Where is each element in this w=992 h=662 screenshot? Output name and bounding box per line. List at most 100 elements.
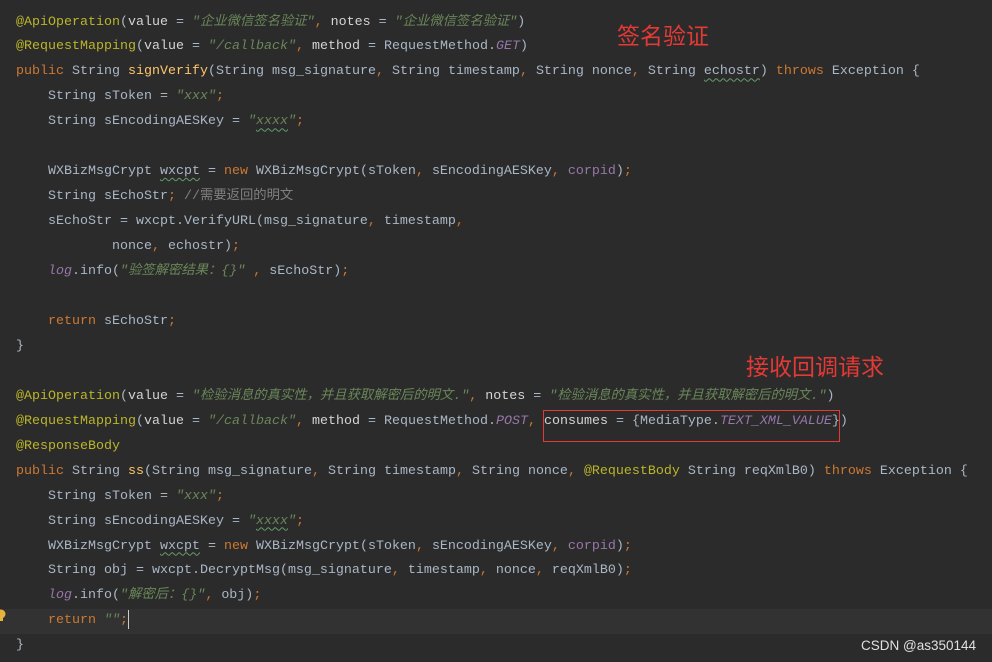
- code-text[interactable]: String nonce: [536, 64, 632, 79]
- code-line[interactable]: WXBizMsgCrypt wxcpt = new WXBizMsgCrypt(…: [0, 160, 992, 185]
- string-literal[interactable]: "xxx": [176, 89, 216, 104]
- keyword-token[interactable]: ,: [456, 464, 472, 479]
- keyword-token[interactable]: public: [16, 464, 72, 479]
- code-text[interactable]: reqXmlB0): [552, 563, 624, 578]
- code-text[interactable]: String sEncodingAESKey =: [16, 114, 248, 129]
- string-literal[interactable]: ": [248, 114, 256, 129]
- code-text[interactable]: nonce: [496, 563, 536, 578]
- code-text[interactable]: =: [525, 389, 549, 404]
- code-text[interactable]: }: [16, 638, 24, 653]
- keyword-token[interactable]: throws: [776, 64, 832, 79]
- constant-token[interactable]: POST: [496, 414, 528, 429]
- code-text[interactable]: [16, 588, 48, 603]
- code-text[interactable]: ): [826, 389, 834, 404]
- code-text[interactable]: ): [616, 539, 624, 554]
- code-line[interactable]: sEchoStr = wxcpt.VerifyURL(msg_signature…: [0, 210, 992, 235]
- keyword-token[interactable]: ,: [416, 164, 432, 179]
- keyword-token[interactable]: ;: [216, 89, 224, 104]
- keyword-token[interactable]: throws: [824, 464, 880, 479]
- code-text[interactable]: (: [120, 389, 128, 404]
- string-literal[interactable]: ": [288, 514, 296, 529]
- keyword-token[interactable]: ;: [341, 264, 349, 279]
- code-line[interactable]: log.info("解密后：{}", obj);: [0, 584, 992, 609]
- code-line[interactable]: @RequestMapping(value = "/callback", met…: [0, 35, 992, 60]
- keyword-token[interactable]: ,: [315, 15, 331, 30]
- annotation-token[interactable]: @ResponseBody: [16, 439, 120, 454]
- code-text[interactable]: String timestamp: [328, 464, 456, 479]
- keyword-token[interactable]: new: [224, 164, 256, 179]
- annotation-attribute[interactable]: value: [128, 15, 168, 30]
- code-lines[interactable]: @ApiOperation(value = "企业微信签名验证", notes …: [0, 11, 992, 660]
- keyword-token[interactable]: ,: [456, 214, 464, 229]
- keyword-token[interactable]: ,: [552, 539, 568, 554]
- code-text[interactable]: (String msg_signature: [208, 64, 376, 79]
- keyword-token[interactable]: ,: [152, 239, 168, 254]
- code-text[interactable]: sEncodingAESKey: [432, 164, 552, 179]
- code-text[interactable]: ): [517, 15, 525, 30]
- code-text[interactable]: [16, 314, 48, 329]
- code-line[interactable]: return sEchoStr;: [0, 310, 992, 335]
- annotation-attribute[interactable]: notes: [485, 389, 525, 404]
- code-text[interactable]: =: [168, 15, 192, 30]
- keyword-token[interactable]: public: [16, 64, 72, 79]
- string-literal[interactable]: "检验消息的真实性，并且获取解密后的明文.": [549, 389, 826, 404]
- string-literal[interactable]: "验签解密结果：{}": [120, 264, 245, 279]
- code-text[interactable]: String sEncodingAESKey =: [16, 514, 248, 529]
- code-line-current[interactable]: return "";: [0, 609, 992, 635]
- string-literal[interactable]: "检验消息的真实性，并且获取解密后的明文.": [192, 389, 469, 404]
- code-line[interactable]: [0, 135, 992, 160]
- misspelled-identifier[interactable]: echostr: [704, 64, 760, 79]
- keyword-token[interactable]: return: [48, 613, 104, 628]
- keyword-token[interactable]: ,: [205, 588, 221, 603]
- string-literal[interactable]: ": [248, 514, 256, 529]
- keyword-token[interactable]: ;: [120, 613, 128, 628]
- code-text[interactable]: nonce: [16, 239, 152, 254]
- keyword-token[interactable]: ;: [232, 239, 240, 254]
- string-literal[interactable]: "企业微信签名验证": [395, 15, 518, 30]
- code-line[interactable]: String sEchoStr; //需要返回的明文: [0, 185, 992, 210]
- misspelled-string[interactable]: xxxx: [256, 514, 288, 529]
- keyword-token[interactable]: ,: [632, 64, 648, 79]
- code-line[interactable]: WXBizMsgCrypt wxcpt = new WXBizMsgCrypt(…: [0, 535, 992, 560]
- keyword-token[interactable]: ,: [416, 539, 432, 554]
- annotation-attribute[interactable]: notes: [331, 15, 371, 30]
- keyword-token[interactable]: ,: [296, 414, 312, 429]
- code-text[interactable]: ): [520, 39, 528, 54]
- code-text[interactable]: String sToken =: [16, 89, 176, 104]
- keyword-token[interactable]: ,: [312, 464, 328, 479]
- code-text[interactable]: WXBizMsgCrypt(sToken: [256, 539, 416, 554]
- code-text[interactable]: Exception {: [880, 464, 968, 479]
- keyword-token[interactable]: ,: [528, 414, 544, 429]
- keyword-token[interactable]: return: [48, 314, 104, 329]
- constant-token[interactable]: log: [48, 264, 72, 279]
- annotation-attribute[interactable]: value: [144, 414, 184, 429]
- annotation-attribute[interactable]: value: [128, 389, 168, 404]
- keyword-token[interactable]: ;: [624, 563, 632, 578]
- keyword-token[interactable]: ,: [296, 39, 312, 54]
- code-text[interactable]: String timestamp: [392, 64, 520, 79]
- keyword-token[interactable]: ;: [168, 189, 184, 204]
- string-literal[interactable]: ": [288, 114, 296, 129]
- code-line[interactable]: nonce, echostr);: [0, 235, 992, 260]
- annotation-token[interactable]: @ApiOperation: [16, 389, 120, 404]
- keyword-token[interactable]: ,: [568, 464, 584, 479]
- code-text[interactable]: = RequestMethod.: [360, 39, 496, 54]
- code-line[interactable]: String obj = wxcpt.DecryptMsg(msg_signat…: [0, 559, 992, 584]
- code-comment[interactable]: //需要返回的明文: [184, 189, 293, 204]
- field-token[interactable]: corpid: [568, 539, 616, 554]
- code-text[interactable]: echostr): [168, 239, 232, 254]
- code-line[interactable]: @RequestMapping(value = "/callback", met…: [0, 410, 992, 435]
- string-literal[interactable]: "企业微信签名验证": [192, 15, 315, 30]
- code-line[interactable]: String sToken = "xxx";: [0, 85, 992, 110]
- code-text[interactable]: sEchoStr): [269, 264, 341, 279]
- annotation-attribute[interactable]: method: [312, 39, 360, 54]
- code-text[interactable]: (: [136, 414, 144, 429]
- keyword-token[interactable]: ;: [624, 164, 632, 179]
- keyword-token[interactable]: ;: [253, 588, 261, 603]
- code-text[interactable]: =: [371, 15, 395, 30]
- keyword-token[interactable]: ,: [552, 164, 568, 179]
- code-text[interactable]: =: [184, 414, 208, 429]
- code-text[interactable]: ): [760, 64, 776, 79]
- code-text[interactable]: timestamp: [408, 563, 480, 578]
- code-text[interactable]: String reqXmlB0): [688, 464, 824, 479]
